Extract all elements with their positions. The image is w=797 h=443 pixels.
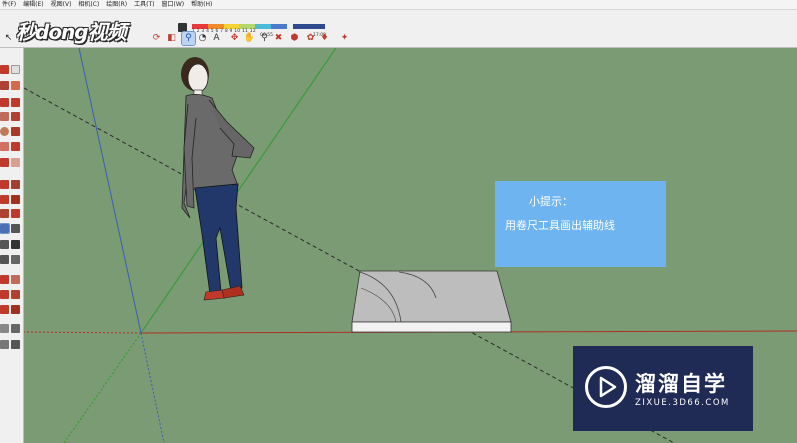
- protractor-side-icon[interactable]: [0, 240, 9, 249]
- push-pull-icon[interactable]: [11, 112, 20, 121]
- menu-bar: 件(F) 编辑(E) 视图(V) 相机(C) 绘图(R) 工具(T) 窗口(W)…: [0, 0, 797, 10]
- eraser-tool-icon[interactable]: [11, 65, 20, 74]
- box-top-face: [351, 270, 512, 323]
- green-axis-negative: [63, 332, 142, 443]
- tape-measure-icon[interactable]: ⚲: [181, 31, 196, 46]
- zoom-window-icon[interactable]: ✖: [272, 32, 285, 45]
- brand-logo: 秒dong视频: [16, 13, 127, 47]
- menu-view[interactable]: 视图(V): [51, 0, 72, 10]
- watermark-title: 溜溜自学: [635, 372, 727, 396]
- footprint-icon[interactable]: [0, 340, 9, 349]
- paint-tool-icon[interactable]: [0, 209, 9, 218]
- look-around-icon[interactable]: [11, 305, 20, 314]
- person-jeans: [194, 183, 243, 295]
- walk-side-icon[interactable]: [0, 305, 9, 314]
- pan-side-icon[interactable]: [11, 275, 20, 284]
- zoom-icon[interactable]: ⚲: [258, 32, 271, 45]
- text-tool-icon[interactable]: A: [210, 32, 223, 45]
- orbit-icon[interactable]: ✥: [228, 32, 241, 45]
- arrow-side-icon[interactable]: [11, 340, 20, 349]
- menu-window[interactable]: 窗口(W): [162, 0, 185, 10]
- rectangle-tool-icon[interactable]: [0, 112, 9, 121]
- play-circle-icon: [585, 366, 627, 408]
- arc2-tool-icon[interactable]: [0, 158, 9, 167]
- dimension-icon[interactable]: [11, 224, 20, 233]
- protractor-icon[interactable]: ◔: [196, 32, 209, 45]
- person-shoe-right: [221, 285, 245, 299]
- axes-icon[interactable]: [0, 255, 9, 264]
- blue-axis: [78, 48, 142, 334]
- menu-help[interactable]: 帮助(H): [191, 0, 212, 10]
- offset-tool-icon[interactable]: [11, 142, 20, 151]
- time-slider[interactable]: [293, 24, 325, 29]
- polygon-tool-icon[interactable]: [0, 142, 9, 151]
- rectangle-box: [351, 270, 512, 333]
- section-plane-icon[interactable]: ✦: [338, 32, 351, 45]
- zixue-watermark: 溜溜自学 ZIXUE.3D66.COM: [573, 346, 753, 431]
- tip-body: 用卷尺工具画出辅助线: [505, 219, 615, 232]
- follow-me-icon[interactable]: [11, 127, 20, 136]
- move-tool-icon[interactable]: [0, 180, 9, 189]
- tape-measure-side-icon[interactable]: [0, 223, 10, 234]
- freehand-icon[interactable]: [0, 98, 9, 107]
- brand-text: 秒dong视频: [16, 19, 127, 44]
- zoom-window-side-icon[interactable]: [11, 290, 20, 299]
- menu-tools[interactable]: 工具(T): [134, 0, 154, 10]
- large-tool-set-palette: [0, 48, 24, 443]
- eraser-pink-icon[interactable]: [11, 81, 20, 90]
- menu-edit[interactable]: 编辑(E): [23, 0, 43, 10]
- section-side-icon[interactable]: [0, 324, 9, 333]
- orbit-side-icon[interactable]: [0, 275, 9, 284]
- position-camera-icon[interactable]: ♦: [318, 32, 331, 45]
- zoom-side-icon[interactable]: [0, 290, 9, 299]
- sketchup-window: 件(F) 编辑(E) 视图(V) 相机(C) 绘图(R) 工具(T) 窗口(W)…: [0, 0, 797, 443]
- pie-tool-icon[interactable]: [11, 158, 20, 167]
- select-arrow-icon[interactable]: ↖: [2, 32, 15, 45]
- pencil-tool-icon[interactable]: [0, 81, 9, 90]
- person-shoe-left: [203, 289, 226, 301]
- text-side-icon[interactable]: [11, 240, 20, 249]
- walk-icon[interactable]: ✿: [304, 32, 317, 45]
- watermark-subtitle: ZIXUE.3D66.COM: [635, 398, 730, 408]
- menu-camera[interactable]: 相机(C): [78, 0, 99, 10]
- position-side-icon[interactable]: [11, 324, 20, 333]
- refresh-icon[interactable]: ⟳: [150, 32, 163, 45]
- follow-tool-icon[interactable]: [11, 209, 20, 218]
- tip-title: 小提示：: [529, 195, 573, 208]
- menu-file[interactable]: 件(F): [2, 0, 16, 10]
- tip-box: 小提示： 用卷尺工具画出辅助线: [495, 181, 666, 267]
- person-face: [187, 63, 209, 93]
- arc-tool-icon[interactable]: [11, 98, 20, 107]
- blue-axis-negative: [140, 332, 165, 443]
- 3d-text-icon[interactable]: [11, 255, 20, 264]
- rotate-tool-icon[interactable]: [11, 180, 20, 189]
- line-tool-icon[interactable]: [0, 65, 9, 74]
- zoom-extents-icon[interactable]: ⬢: [288, 32, 301, 45]
- shadow-toggle-icon[interactable]: [178, 23, 187, 32]
- box-front-face: [351, 321, 512, 333]
- pan-hand-icon[interactable]: ✋: [243, 32, 256, 45]
- scale-tool-icon[interactable]: [0, 195, 9, 204]
- red-axis-negative: [24, 331, 142, 334]
- circle-tool-icon[interactable]: [0, 127, 9, 136]
- menu-draw[interactable]: 绘图(R): [106, 0, 127, 10]
- person-figure: [181, 57, 255, 301]
- offset2-tool-icon[interactable]: [11, 195, 20, 204]
- paint-bucket-icon[interactable]: ◧: [165, 32, 178, 45]
